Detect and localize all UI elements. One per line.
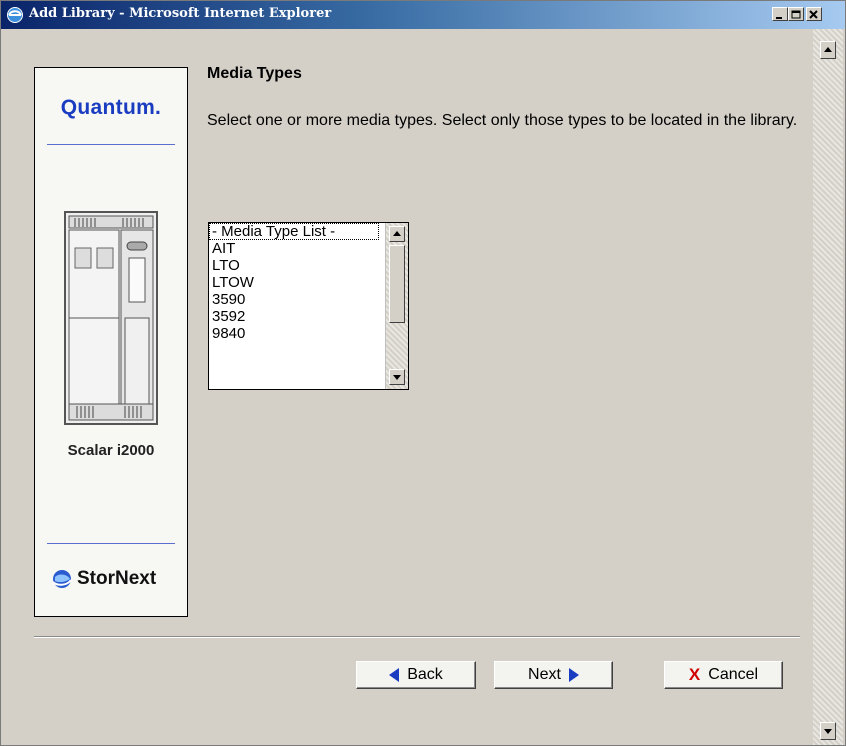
instruction-text: Select one or more media types. Select o…	[207, 112, 798, 129]
list-item[interactable]: - Media Type List -	[209, 223, 379, 240]
list-item[interactable]: 3590	[209, 291, 379, 308]
branding-panel: Quantum. Scalar i2000 StorNext	[34, 67, 188, 617]
arrow-down-icon	[824, 729, 832, 734]
maximize-icon	[791, 10, 801, 19]
list-item[interactable]: 3592	[209, 308, 379, 325]
close-button[interactable]	[806, 7, 822, 21]
scroll-up-button[interactable]	[820, 41, 836, 59]
listbox-scroll-down[interactable]	[389, 369, 405, 385]
cancel-button[interactable]: X Cancel	[664, 661, 783, 689]
page-vertical-scrollbar[interactable]	[813, 29, 843, 745]
listbox-scrollbar[interactable]	[385, 223, 408, 389]
cancel-label: Cancel	[708, 666, 759, 683]
browser-window: Add Library - Microsoft Internet Explore…	[0, 0, 846, 746]
divider-line	[47, 144, 175, 145]
list-item[interactable]: LTOW	[209, 274, 379, 291]
listbox-scroll-up[interactable]	[389, 226, 405, 242]
close-icon	[809, 10, 818, 19]
back-label: Back	[407, 666, 443, 683]
arrow-down-icon	[393, 375, 401, 380]
divider-line	[47, 543, 175, 544]
arrow-up-icon	[393, 231, 401, 236]
arrow-right-icon	[568, 668, 579, 682]
next-button[interactable]: Next	[494, 661, 613, 689]
arrow-up-icon	[824, 47, 832, 52]
window-title: Add Library - Microsoft Internet Explore…	[29, 6, 332, 21]
product-name: Scalar i2000	[67, 442, 155, 459]
scroll-down-button[interactable]	[820, 722, 836, 740]
back-button[interactable]: Back	[356, 661, 476, 689]
globe-icon	[52, 570, 72, 588]
x-icon: X	[688, 665, 701, 684]
title-bar[interactable]: Add Library - Microsoft Internet Explore…	[1, 1, 845, 29]
next-label: Next	[528, 666, 561, 683]
library-cabinet-image	[64, 211, 158, 425]
list-item[interactable]: 9840	[209, 325, 379, 342]
page-title: Media Types	[207, 65, 302, 82]
minimize-button[interactable]	[772, 7, 788, 21]
stornext-logo: StorNext	[51, 568, 156, 590]
maximize-button[interactable]	[788, 7, 804, 21]
list-item[interactable]: AIT	[209, 240, 379, 257]
media-type-listbox[interactable]: - Media Type List - AIT LTO LTOW 3590 35…	[208, 222, 409, 390]
listbox-scroll-thumb[interactable]	[389, 245, 405, 323]
stornext-label: StorNext	[77, 568, 157, 590]
minimize-icon	[776, 17, 782, 19]
arrow-left-icon	[389, 668, 400, 682]
list-item[interactable]: LTO	[209, 257, 379, 274]
footer-divider	[34, 636, 800, 638]
quantum-logo: Quantum.	[60, 96, 162, 119]
internet-explorer-icon	[7, 7, 23, 23]
